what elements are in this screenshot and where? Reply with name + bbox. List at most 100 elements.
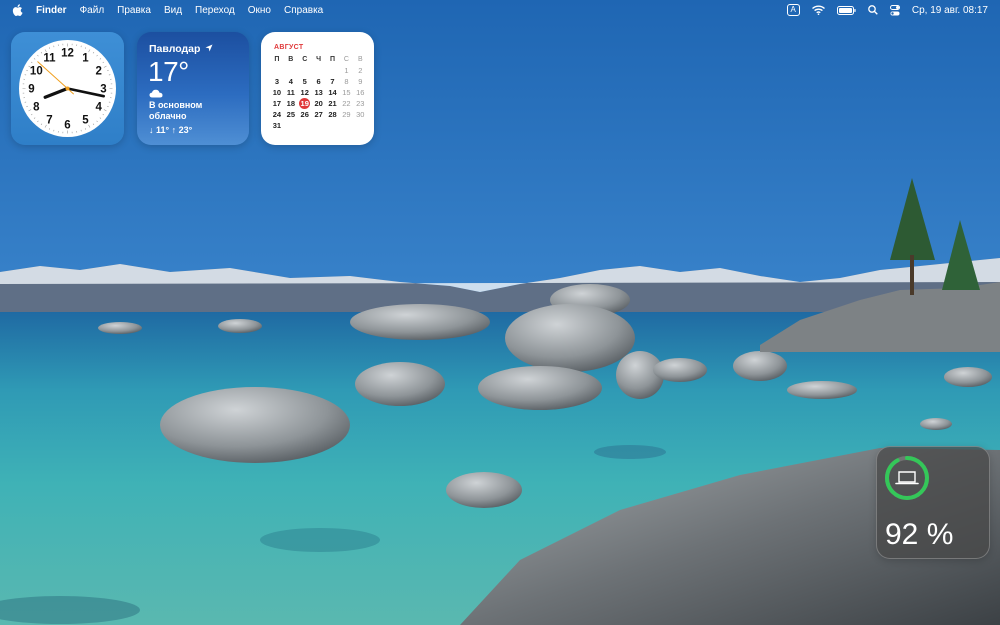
battery-widget[interactable]: 92 %: [876, 446, 990, 559]
clock-center-pin: [65, 86, 70, 91]
location-arrow-icon: [205, 44, 213, 52]
calendar-day: 24: [272, 110, 282, 119]
clock-tick: [92, 51, 95, 54]
clock-tick: [102, 61, 105, 64]
calendar-day: 17: [272, 99, 282, 108]
calendar-day: 18: [286, 99, 295, 108]
calendar-today: 19: [298, 97, 312, 109]
calendar-day: 5: [302, 77, 307, 86]
calendar-weekday-header: П: [329, 56, 336, 63]
menu-view[interactable]: Вид: [164, 5, 182, 16]
calendar-day: 22: [342, 99, 351, 108]
calendar-blank-cell: [284, 65, 298, 76]
clock-number: 5: [82, 115, 89, 127]
weather-temperature: 17°: [148, 56, 189, 87]
calendar-day: 29: [342, 110, 351, 119]
calendar-day: 8: [344, 77, 349, 86]
clock-number: 11: [43, 52, 56, 64]
clock-number: 3: [100, 84, 106, 96]
clock-tick: [92, 123, 95, 126]
battery-icon[interactable]: [836, 5, 856, 15]
clock-tick: [48, 47, 51, 49]
clock-tick: [37, 120, 39, 123]
clock-tick: [40, 51, 43, 54]
clock-tick: [37, 54, 39, 57]
calendar-day: 20: [314, 99, 323, 108]
weather-city: Павлодар: [149, 43, 213, 55]
calendar-day: 31: [272, 121, 282, 130]
calendar-day: 1: [344, 66, 349, 75]
menu-window[interactable]: Окно: [248, 5, 271, 16]
clock-tick: [30, 113, 33, 116]
hour-hand: [43, 86, 70, 99]
wifi-icon[interactable]: [811, 5, 825, 15]
calendar-weekday-header: П: [274, 56, 280, 63]
clock-tick: [99, 58, 102, 60]
calendar-day: 15: [342, 88, 351, 97]
menu-file[interactable]: Файл: [80, 5, 105, 16]
menu-edit[interactable]: Правка: [117, 5, 151, 16]
weather-temp-range: ↓ 11° ↑ 23°: [149, 125, 193, 135]
calendar-weekday-header: В: [288, 56, 294, 63]
clock-tick: [107, 69, 109, 72]
battery-ring: [885, 456, 929, 500]
clock-tick: [96, 120, 98, 123]
menu-app-name[interactable]: Finder: [36, 5, 67, 16]
menu-bar: Finder Файл Правка Вид Переход Окно Спра…: [0, 0, 1000, 20]
clock-number: 2: [95, 66, 101, 78]
analog-clock: 12 12 3 45678 9 1011: [22, 43, 113, 134]
apple-menu-icon[interactable]: [12, 4, 23, 16]
clock-tick: [40, 123, 43, 126]
weather-widget[interactable]: Павлодар 17° В основном облачно ↓ 11° ↑ …: [137, 32, 249, 145]
clock-widget[interactable]: 12 1 2 3 4 5 6 7 8 9 10 11: [11, 32, 124, 145]
calendar-day: 30: [356, 110, 365, 119]
calendar-day: 6: [316, 77, 321, 86]
clock-tick: [99, 117, 102, 119]
weather-city-name: Павлодар: [149, 43, 201, 55]
clock-tick: [96, 54, 98, 57]
calendar-day: 2: [358, 66, 363, 75]
clock-tick: [84, 128, 87, 130]
calendar-weekday-header: В: [357, 56, 363, 63]
calendar-blank-cell: [270, 65, 284, 76]
calendar-day: 27: [314, 110, 323, 119]
control-center-icon[interactable]: [889, 4, 900, 16]
calendar-day: 3: [274, 77, 280, 86]
clock-tick: [103, 109, 107, 112]
spotlight-search-icon[interactable]: [868, 5, 878, 15]
clock-tick: [88, 124, 91, 128]
cloud-icon: [149, 89, 163, 98]
calendar-month: АВГУСТ: [274, 44, 304, 51]
clock-number: 9: [28, 84, 34, 96]
clock-tick: [26, 69, 28, 72]
clock-tick: [107, 105, 109, 108]
clock-tick: [26, 105, 28, 108]
clock-tick: [84, 47, 87, 49]
calendar-day: 16: [356, 88, 365, 97]
clock-number: 1: [82, 52, 89, 64]
clock-tick: [33, 58, 36, 60]
clock-tick: [103, 65, 107, 68]
menu-clock[interactable]: Ср, 19 авг. 08:17: [912, 5, 988, 16]
clock-number: 7: [46, 115, 52, 127]
menu-go[interactable]: Переход: [195, 5, 235, 16]
calendar-widget[interactable]: АВГУСТ П В С Ч П С В 1 2 3 4 5 6 7 8 9 10 11 12 13 14 15 16 17 1…: [261, 32, 374, 145]
calendar-day: 11: [286, 88, 295, 97]
calendar-day: 4: [288, 77, 293, 86]
calendar-day: 13: [314, 88, 323, 97]
clock-number: 4: [95, 102, 102, 114]
calendar-day: 12: [300, 88, 309, 97]
weather-condition: В основном облачно: [149, 100, 203, 121]
calendar-day: 9: [358, 77, 363, 86]
battery-percent: 92 %: [885, 518, 954, 551]
calendar-day: 14: [328, 88, 337, 97]
calendar-day: 21: [328, 99, 337, 108]
clock-number: 10: [30, 66, 43, 78]
calendar-day: 23: [356, 99, 365, 108]
clock-tick: [48, 128, 51, 130]
menu-help[interactable]: Справка: [284, 5, 323, 16]
calendar-blank-cell: [326, 65, 340, 76]
clock-tick: [28, 109, 32, 112]
calendar-weekday-header: С: [343, 56, 349, 63]
input-source-indicator[interactable]: A: [786, 4, 800, 16]
